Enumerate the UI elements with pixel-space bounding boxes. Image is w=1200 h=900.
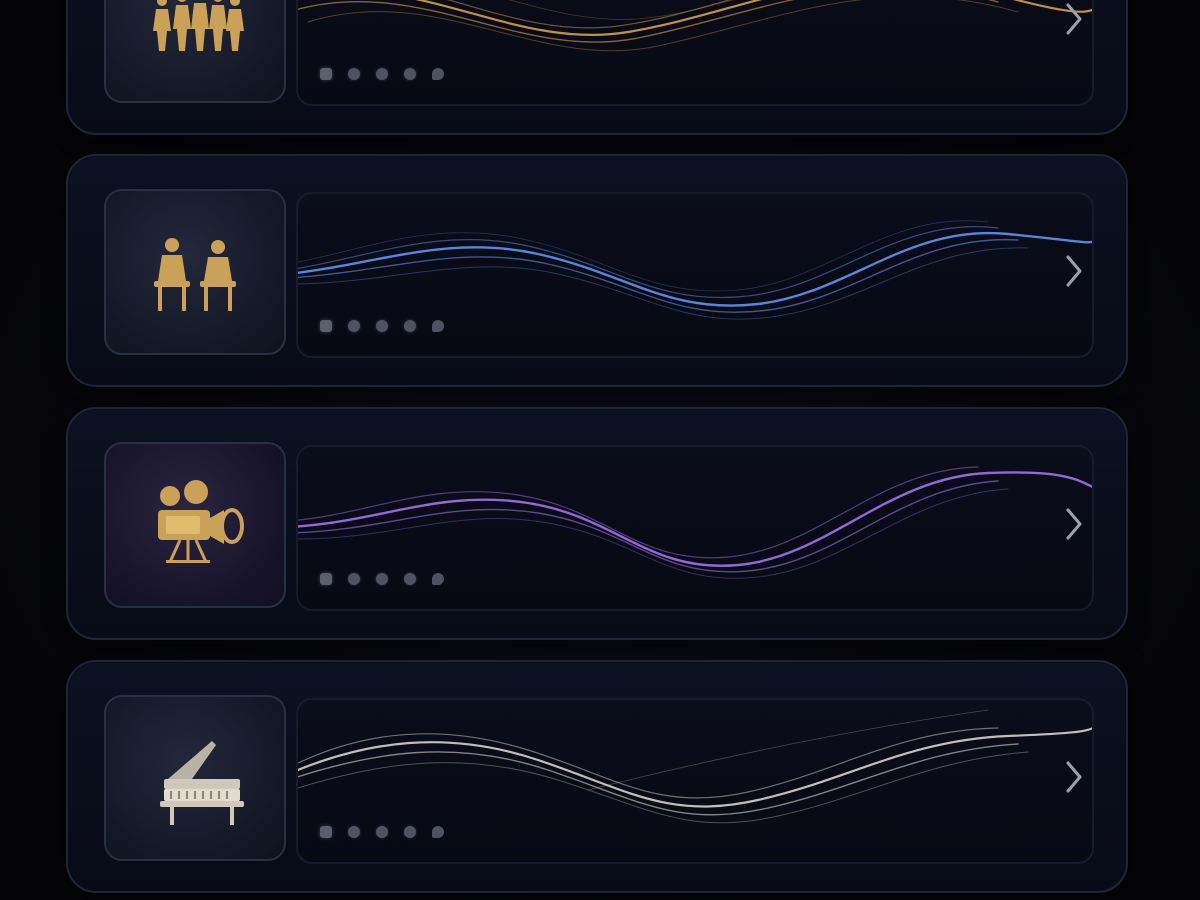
waveform-panel xyxy=(296,0,1094,106)
control-dot-2[interactable] xyxy=(376,826,388,838)
waveform-panel xyxy=(296,192,1094,358)
control-dot-3[interactable] xyxy=(404,573,416,585)
control-dot-2[interactable] xyxy=(376,68,388,80)
film-tile xyxy=(104,442,286,608)
chamber-tile xyxy=(104,189,286,355)
chevron-right-icon[interactable] xyxy=(1060,0,1088,39)
control-dot-4[interactable] xyxy=(432,68,444,80)
card-piano[interactable] xyxy=(66,660,1128,893)
stop-control[interactable] xyxy=(320,68,332,80)
card-orchestra[interactable] xyxy=(66,0,1128,135)
stop-control[interactable] xyxy=(320,573,332,585)
control-dot-4[interactable] xyxy=(432,826,444,838)
waveform-panel xyxy=(296,698,1094,864)
control-dot-4[interactable] xyxy=(432,320,444,332)
card-chamber[interactable] xyxy=(66,154,1128,387)
playback-controls xyxy=(320,320,444,332)
stop-control[interactable] xyxy=(320,320,332,332)
film-camera-icon xyxy=(158,480,244,563)
playback-controls xyxy=(320,68,444,80)
grand-piano-icon xyxy=(160,741,244,825)
stop-control[interactable] xyxy=(320,826,332,838)
chevron-right-icon[interactable] xyxy=(1060,504,1088,544)
orchestra-tile xyxy=(104,0,286,103)
control-dot-1[interactable] xyxy=(348,68,360,80)
playback-controls xyxy=(320,826,444,838)
card-film[interactable] xyxy=(66,407,1128,640)
orchestra-figures-icon xyxy=(153,0,244,51)
blue-waveform xyxy=(298,220,1092,320)
piano-tile xyxy=(104,695,286,861)
silver-waveform xyxy=(298,709,1092,824)
purple-waveform xyxy=(298,466,1092,579)
seated-musicians-icon xyxy=(154,238,236,311)
playback-controls xyxy=(320,573,444,585)
control-dot-3[interactable] xyxy=(404,826,416,838)
gold-waveform xyxy=(298,0,1092,52)
chevron-right-icon[interactable] xyxy=(1060,251,1088,291)
control-dot-3[interactable] xyxy=(404,68,416,80)
waveform-panel xyxy=(296,445,1094,611)
control-dot-1[interactable] xyxy=(348,826,360,838)
music-category-list xyxy=(0,0,1200,900)
control-dot-1[interactable] xyxy=(348,320,360,332)
control-dot-2[interactable] xyxy=(376,573,388,585)
control-dot-1[interactable] xyxy=(348,573,360,585)
control-dot-4[interactable] xyxy=(432,573,444,585)
chevron-right-icon[interactable] xyxy=(1060,757,1088,797)
control-dot-2[interactable] xyxy=(376,320,388,332)
control-dot-3[interactable] xyxy=(404,320,416,332)
